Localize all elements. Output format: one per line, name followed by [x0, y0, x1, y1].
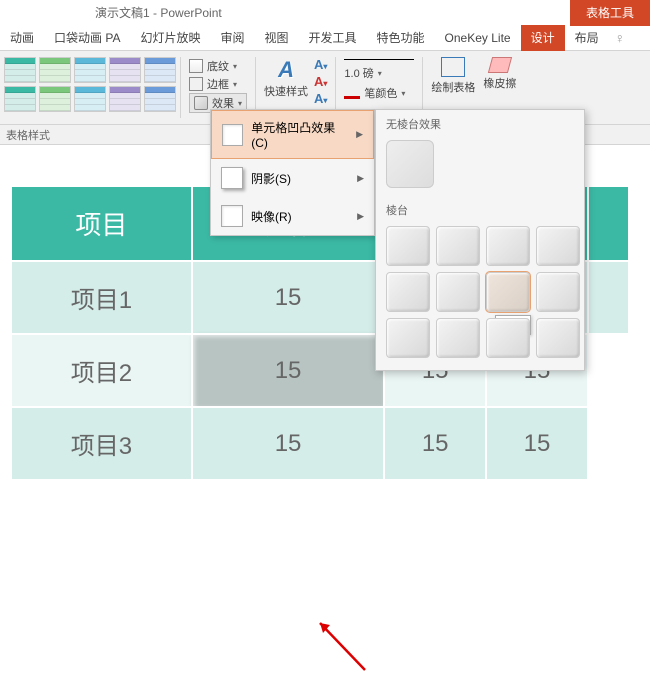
style-thumb[interactable] — [39, 86, 71, 112]
table-cell[interactable] — [588, 261, 629, 334]
table-row: 项目3 15 15 15 — [11, 407, 629, 480]
bevel-option[interactable] — [436, 318, 480, 358]
style-thumb[interactable] — [74, 86, 106, 112]
table-cell[interactable]: 15 — [192, 407, 384, 480]
draw-table-icon — [441, 57, 465, 77]
eraser-icon — [488, 57, 512, 73]
table-cell[interactable]: 项目3 — [11, 407, 192, 480]
tab-review[interactable]: 审阅 — [210, 25, 254, 51]
style-thumb[interactable] — [109, 86, 141, 112]
reflection-item[interactable]: 映像(R) ▶ — [211, 197, 374, 235]
bevel-gallery-panel: 无棱台效果 棱台 凸起 — [375, 109, 585, 371]
table-cell[interactable]: 项目1 — [11, 261, 192, 334]
bevel-section-title: 棱台 — [376, 196, 584, 222]
tab-slideshow[interactable]: 幻灯片放映 — [130, 25, 210, 51]
ribbon-tabs: 动画 口袋动画 PA 幻灯片放映 审阅 视图 开发工具 特色功能 OneKey … — [0, 25, 650, 51]
table-style-label: 表格样式 — [6, 130, 50, 142]
border-button[interactable]: 边框 ▾ — [189, 75, 247, 93]
table-cell[interactable]: 项目2 — [11, 334, 192, 407]
text-outline-icon[interactable]: A▾ — [314, 74, 327, 89]
bevel-option[interactable] — [486, 318, 530, 358]
bevel-option[interactable] — [486, 226, 530, 266]
bevel-grid: 凸起 — [376, 222, 584, 362]
table-header[interactable]: 项目 — [11, 186, 192, 261]
pen-icon — [344, 87, 360, 99]
bevel-swatch-icon — [222, 124, 243, 146]
bevel-option[interactable] — [386, 318, 430, 358]
reflection-label: 映像(R) — [251, 208, 292, 225]
bevel-option[interactable] — [436, 226, 480, 266]
shadow-item[interactable]: 阴影(S) ▶ — [211, 159, 374, 197]
text-fill-icon[interactable]: A▾ — [314, 57, 327, 72]
text-effect-icon[interactable]: A▾ — [314, 91, 327, 106]
style-thumb[interactable] — [4, 57, 36, 83]
tab-pocket-anim[interactable]: 口袋动画 PA — [44, 25, 130, 51]
table-cell[interactable]: 15 — [486, 407, 588, 480]
tell-me-icon[interactable]: ♀ — [615, 30, 626, 46]
tab-onekey[interactable]: OneKey Lite — [435, 25, 521, 51]
bevel-option[interactable] — [436, 272, 480, 312]
shadow-swatch-icon — [221, 167, 243, 189]
pen-color-button[interactable]: 笔颜色 ▾ — [344, 85, 414, 101]
pen-weight-selector[interactable]: 1.0 磅 ▾ — [344, 65, 414, 81]
tab-developer[interactable]: 开发工具 — [299, 25, 367, 51]
tab-layout[interactable]: 布局 — [565, 25, 609, 51]
tab-special[interactable]: 特色功能 — [367, 25, 435, 51]
contextual-tab-label: 表格工具 — [570, 0, 650, 26]
shading-button[interactable]: 底纹 ▾ — [189, 57, 247, 75]
style-thumb[interactable] — [39, 57, 71, 83]
bevel-option[interactable] — [536, 272, 580, 312]
eraser-label: 橡皮擦 — [483, 75, 516, 91]
no-bevel-option[interactable] — [386, 140, 434, 188]
title-bar: 演示文稿1 - PowerPoint 表格工具 — [0, 0, 650, 25]
bevel-option[interactable] — [536, 226, 580, 266]
pen-style-selector[interactable] — [344, 59, 414, 63]
tab-animation[interactable]: 动画 — [0, 25, 44, 51]
chevron-right-icon: ▶ — [356, 129, 363, 140]
chevron-right-icon: ▶ — [357, 211, 364, 222]
style-thumb[interactable] — [144, 57, 176, 83]
table-cell-bevel[interactable]: 15 — [192, 334, 384, 407]
effect-dropdown: 单元格凹凸效果(C) ▶ 阴影(S) ▶ 映像(R) ▶ — [210, 109, 375, 236]
tab-design[interactable]: 设计 — [521, 25, 565, 51]
no-bevel-section-title: 无棱台效果 — [376, 110, 584, 136]
table-cell[interactable]: 15 — [384, 407, 486, 480]
bevel-option[interactable] — [386, 272, 430, 312]
bevel-option[interactable] — [386, 226, 430, 266]
quickstyle-label: 快速样式 — [264, 83, 308, 99]
document-title: 演示文稿1 - PowerPoint — [95, 4, 222, 21]
tab-view[interactable]: 视图 — [255, 25, 299, 51]
chevron-right-icon: ▶ — [357, 173, 364, 184]
cell-bevel-label: 单元格凹凸效果(C) — [251, 119, 348, 150]
wordart-side: A▾ A▾ A▾ — [314, 57, 327, 106]
annotation-arrow — [310, 615, 370, 675]
style-thumb[interactable] — [4, 86, 36, 112]
table-header[interactable] — [588, 186, 629, 261]
cell-bevel-item[interactable]: 单元格凹凸效果(C) ▶ — [211, 110, 374, 159]
shadow-label: 阴影(S) — [251, 170, 291, 187]
style-thumb[interactable] — [144, 86, 176, 112]
style-thumb[interactable] — [109, 57, 141, 83]
bevel-option-selected[interactable]: 凸起 — [486, 272, 530, 312]
table-cell[interactable]: 15 — [192, 261, 384, 334]
bevel-option[interactable] — [536, 318, 580, 358]
reflection-swatch-icon — [221, 205, 243, 227]
quickstyle-icon[interactable]: A — [264, 57, 308, 83]
table-style-gallery[interactable] — [0, 51, 180, 124]
style-thumb[interactable] — [74, 57, 106, 83]
draw-table-label: 绘制表格 — [431, 79, 475, 95]
